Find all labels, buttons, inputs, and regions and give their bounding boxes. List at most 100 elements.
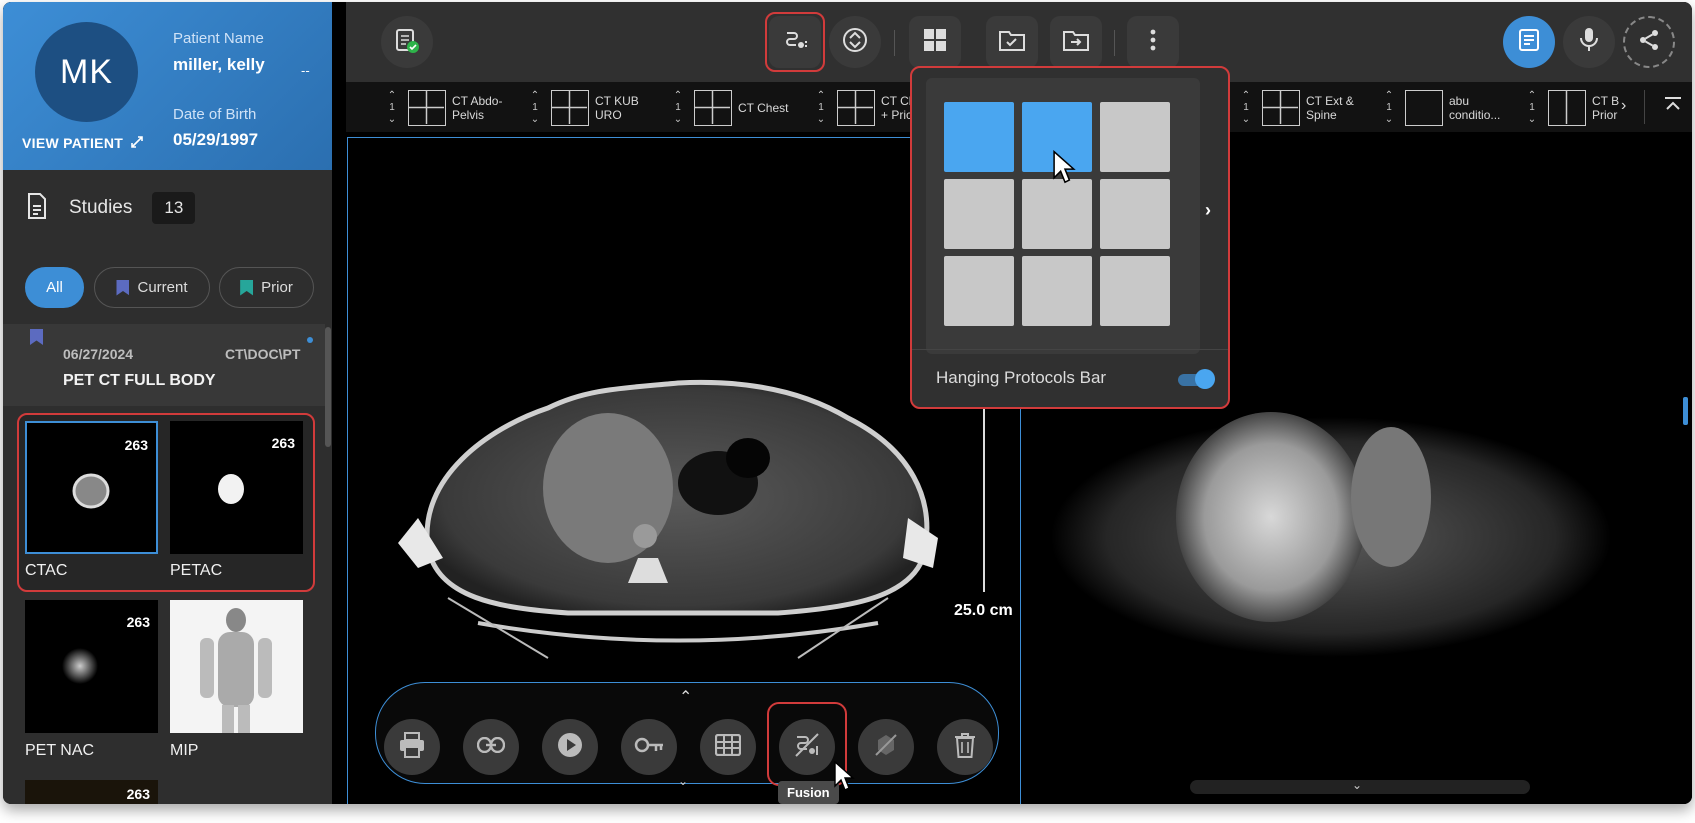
series-thumbnail-mip[interactable] (170, 600, 303, 733)
protocol-stepper[interactable]: ⌃ 1 ⌄ (815, 90, 827, 126)
clipboard-check-icon (392, 25, 422, 60)
filter-prior-button[interactable]: Prior (219, 267, 314, 308)
mark-read-button[interactable] (986, 16, 1038, 68)
protocol-layout-icon (551, 90, 589, 126)
chevron-up-icon[interactable]: ⌃ (679, 687, 692, 707)
study-list-item[interactable] (3, 324, 325, 406)
share-icon (1637, 28, 1661, 57)
cine-play-button[interactable] (542, 719, 598, 775)
slice-indicator[interactable] (1683, 397, 1688, 425)
series-thumbnail-petac[interactable]: 263 (170, 421, 303, 554)
collapse-bar-icon[interactable] (1664, 96, 1682, 121)
table-button[interactable] (700, 719, 756, 775)
chevron-down-icon[interactable]: ⌄ (678, 774, 688, 788)
sidebar-scrollbar[interactable] (325, 327, 331, 447)
more-options-button[interactable] (1127, 16, 1179, 68)
patient-card: MK VIEW PATIENT Patient Name miller, kel… (3, 2, 332, 170)
dob-value: 05/29/1997 (173, 130, 259, 149)
view-patient-link[interactable]: VIEW PATIENT (22, 135, 143, 151)
image-count: 263 (271, 435, 295, 451)
protocol-label: CT B (1592, 94, 1620, 108)
hide-annotations-button[interactable] (858, 719, 914, 775)
protocol-label: CT KUB (595, 94, 639, 108)
filter-all-label: All (46, 279, 63, 296)
link-button[interactable] (463, 719, 519, 775)
protocol-label: conditio... (1449, 108, 1501, 122)
protocol-item[interactable]: ⌃ 1 ⌄ CT Abdo- Pelvis (386, 90, 502, 126)
trash-icon (954, 732, 976, 763)
hanging-protocols-toggle[interactable] (1178, 369, 1215, 389)
chevron-right-icon[interactable]: › (1621, 97, 1626, 115)
study-modality: CT\DOC\PT (225, 346, 301, 362)
image-count: 263 (126, 786, 150, 802)
link-icon (476, 736, 506, 758)
protocol-item[interactable]: ⌃ 1 ⌄ abu conditio... (1383, 90, 1500, 126)
protocol-item[interactable]: ⌃ 1 ⌄ CT KUB URO (529, 90, 639, 126)
protocol-stepper[interactable]: ⌃ 1 ⌄ (1383, 90, 1395, 126)
layout-cell-3-3[interactable] (1100, 256, 1170, 326)
more-vert-icon (1150, 29, 1156, 56)
protocol-item[interactable]: ⌃ 1 ⌄ CT Ext & Spine (1240, 90, 1354, 126)
protocol-layout-icon (1405, 90, 1443, 126)
protocol-stepper[interactable]: ⌃ 1 ⌄ (529, 90, 541, 126)
mip-image (200, 608, 272, 733)
hanging-protocols-toggle-label: Hanging Protocols Bar (936, 368, 1107, 387)
scroll-sync-button[interactable] (829, 16, 881, 68)
protocol-item[interactable]: ⌃ 1 ⌄ CT B Prior (1526, 90, 1619, 126)
protocol-item[interactable]: ⌃ 1 ⌄ CT Ch + Pric (815, 90, 915, 126)
no-annotation-icon (873, 732, 899, 763)
layout-cell-2-1[interactable] (944, 179, 1014, 249)
studies-count: 13 (152, 192, 196, 224)
series-thumbnail-pet-nac[interactable]: 263 (25, 600, 158, 733)
scroll-sync-icon (841, 26, 869, 59)
layout-cell-1-3[interactable] (1100, 102, 1170, 172)
report-button[interactable] (1503, 16, 1555, 68)
layout-cell-3-2[interactable] (1022, 256, 1092, 326)
series-label: CTAC (25, 562, 68, 579)
print-button[interactable] (384, 719, 440, 775)
series-thumbnail-next[interactable]: 263 (25, 780, 158, 804)
protocol-item[interactable]: ⌃ 1 ⌄ CT Chest (672, 90, 788, 126)
layout-button[interactable] (909, 16, 961, 68)
protocol-stepper[interactable]: ⌃ 1 ⌄ (386, 90, 398, 126)
export-button[interactable] (1050, 16, 1102, 68)
chevron-down-icon[interactable]: ⌄ (1352, 778, 1362, 792)
study-title: PET CT FULL BODY (63, 372, 216, 389)
studies-label: Studies (69, 197, 133, 218)
report-status-button[interactable] (381, 16, 433, 68)
popup-divider (912, 349, 1228, 350)
image-count: 263 (126, 614, 150, 630)
chevron-right-icon[interactable]: › (1205, 200, 1211, 221)
delete-button[interactable] (937, 719, 993, 775)
protocol-label: abu (1449, 94, 1470, 108)
floating-toolbar: ⌃ (375, 682, 999, 784)
viewer-app: MK VIEW PATIENT Patient Name miller, kel… (3, 2, 1692, 804)
share-button[interactable] (1623, 16, 1675, 68)
key-image-button[interactable] (621, 719, 677, 775)
layout-cell-2-3[interactable] (1100, 179, 1170, 249)
microphone-icon (1579, 27, 1599, 58)
protocol-label: Prior (1592, 108, 1618, 122)
layout-cell-3-1[interactable] (944, 256, 1014, 326)
report-icon (1517, 28, 1541, 57)
folder-export-icon (1063, 29, 1089, 56)
filter-all-button[interactable]: All (25, 267, 84, 308)
patient-name: miller, kelly (173, 55, 265, 74)
play-icon (557, 732, 583, 763)
protocol-layout-icon (1262, 90, 1300, 126)
image-count: 263 (124, 437, 148, 453)
series-thumbnail-ctac[interactable]: 263 (25, 421, 158, 554)
print-icon (398, 731, 426, 763)
protocol-stepper[interactable]: ⌃ 1 ⌄ (1526, 90, 1538, 126)
study-date: 06/27/2024 (63, 346, 134, 362)
filter-prior-label: Prior (261, 279, 293, 296)
protocol-stepper[interactable]: ⌃ 1 ⌄ (1240, 90, 1252, 126)
dob-label: Date of Birth (173, 106, 257, 123)
filter-current-button[interactable]: Current (94, 267, 210, 308)
layout-cell-2-2[interactable] (1022, 179, 1092, 249)
toggle-knob (1195, 369, 1215, 389)
sidebar: MK VIEW PATIENT Patient Name miller, kel… (3, 2, 332, 804)
layout-cell-1-1[interactable] (944, 102, 1014, 172)
dictation-button[interactable] (1563, 16, 1615, 68)
protocol-stepper[interactable]: ⌃ 1 ⌄ (672, 90, 684, 126)
